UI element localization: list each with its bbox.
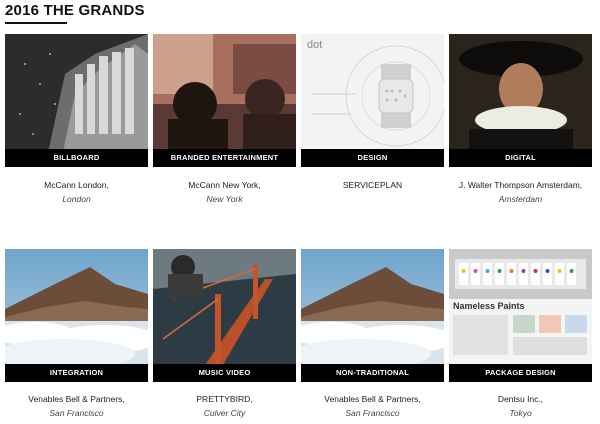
package-title-text: Nameless Paints	[453, 301, 525, 311]
award-card-integration[interactable]: INTEGRATION	[5, 249, 148, 382]
agency-name: McCann New York,	[188, 180, 261, 190]
category-label: NON-TRADITIONAL	[301, 364, 444, 382]
category-label: INTEGRATION	[5, 364, 148, 382]
agency-city: San Francisco	[345, 408, 400, 418]
award-card-package-design[interactable]: Nameless Paints PACKAGE DESIGN	[449, 249, 592, 382]
category-label: PACKAGE DESIGN	[449, 364, 592, 382]
agency-name: Venables Bell & Partners,	[324, 394, 421, 404]
award-card-design[interactable]: dot DESIGN	[301, 34, 444, 167]
agency-city: New York	[206, 194, 243, 204]
statues-image	[5, 34, 148, 167]
category-label: DIGITAL	[449, 149, 592, 167]
award-card-music-video[interactable]: MUSIC VIDEO	[153, 249, 296, 382]
design-logo-text: dot	[307, 39, 322, 51]
agency-city: San Francisco	[49, 408, 104, 418]
golden-gate-bridge-image	[153, 249, 296, 382]
award-card-branded-entertainment[interactable]: BRANDED ENTERTAINMENT	[153, 34, 296, 167]
category-label: BRANDED ENTERTAINMENT	[153, 149, 296, 167]
agency-city: London	[62, 194, 91, 204]
agency-city: Tokyo	[509, 408, 532, 418]
agency-city: Culver City	[203, 408, 246, 418]
mountain-clouds-image	[5, 249, 148, 382]
portrait-image	[449, 34, 592, 167]
agency-name: PRETTYBIRD,	[196, 394, 253, 404]
category-label: BILLBOARD	[5, 149, 148, 167]
category-label: DESIGN	[301, 149, 444, 167]
award-card-billboard[interactable]: BILLBOARD	[5, 34, 148, 167]
agency-name: McCann London,	[44, 180, 109, 190]
page-title: 2016 THE GRANDS	[5, 2, 145, 19]
agency-name: J. Walter Thompson Amsterdam,	[458, 180, 583, 190]
agency-city: Amsterdam	[498, 194, 543, 204]
category-label: MUSIC VIDEO	[153, 364, 296, 382]
people-silhouette-image	[153, 34, 296, 167]
agency-name: SERVICEPLAN	[342, 180, 403, 190]
mountain-clouds-image	[301, 249, 444, 382]
award-card-non-traditional[interactable]: NON-TRADITIONAL	[301, 249, 444, 382]
agency-name: Venables Bell & Partners,	[28, 394, 125, 404]
award-card-digital[interactable]: DIGITAL	[449, 34, 592, 167]
agency-name: Dentsu Inc.,	[497, 394, 544, 404]
paint-palette-image: Nameless Paints	[449, 249, 592, 382]
braille-watch-image: dot	[301, 34, 444, 167]
title-underline	[5, 22, 67, 24]
